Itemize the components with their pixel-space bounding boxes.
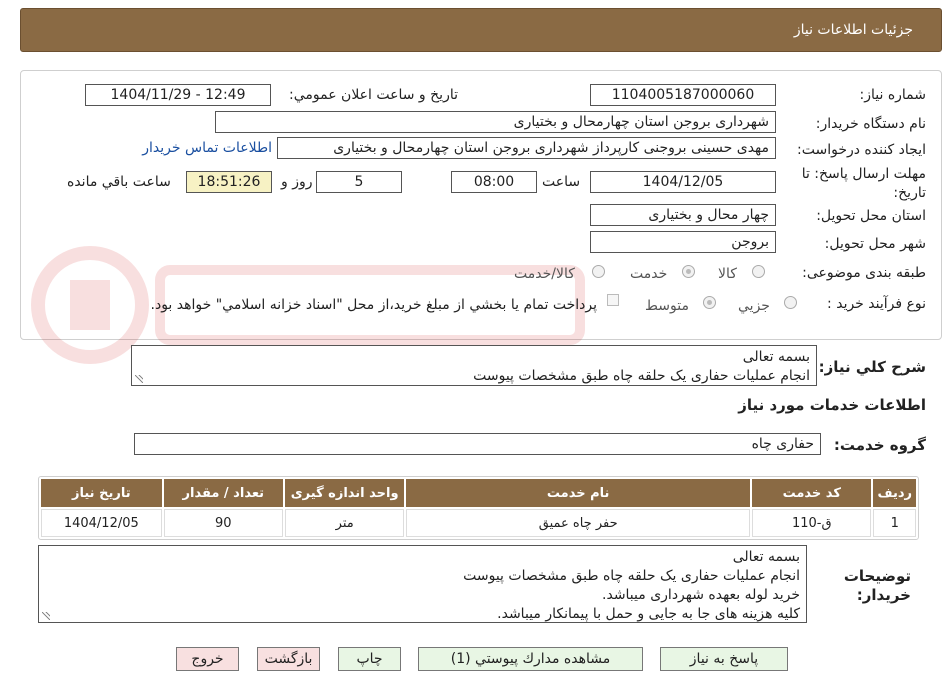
treasury-note: پرداخت تمام يا بخشي از مبلغ خريد،از محل … xyxy=(150,297,597,313)
notes-line-3: خرید لوله بعهده شهرداری میباشد. xyxy=(602,587,800,603)
description-textarea[interactable]: بسمه تعالی انجام عملیات حفاری یک حلقه چا… xyxy=(131,345,817,386)
deadline-date-field: 1404/12/05 xyxy=(590,171,776,193)
col-code: كد خدمت xyxy=(752,479,872,507)
description-line-2: انجام عملیات حفاری یک حلقه چاه طبق مشخصا… xyxy=(473,368,810,384)
col-unit: واحد اندازه گيری xyxy=(284,479,405,507)
buyer-notes-label: توضيحات xyxy=(843,567,911,585)
cell-unit: متر xyxy=(284,509,405,537)
remaining-label: ساعت باقي مانده xyxy=(67,174,171,190)
days-field: 5 xyxy=(316,171,402,193)
cell-row: 1 xyxy=(873,509,916,537)
notes-line-2: انجام عملیات حفاری یک حلقه چاه طبق مشخصا… xyxy=(463,568,800,584)
resize-handle[interactable] xyxy=(135,375,143,383)
resize-handle[interactable] xyxy=(42,612,50,620)
purchase-minor-radio[interactable] xyxy=(784,296,797,309)
city-field: بروجن xyxy=(590,231,776,253)
notes-line-4: کلیه هزینه های جا به جایی و حمل با پیمان… xyxy=(497,606,800,622)
buyer-notes-label-2: خريدار: xyxy=(856,586,911,604)
category-both-label: كالا/خدمت xyxy=(514,266,575,282)
purchase-medium-label: متوسط xyxy=(645,298,689,314)
requester-field: مهدی حسینی بروجنی کارپرداز شهرداری بروجن… xyxy=(277,137,776,159)
deadline-time-label: ساعت xyxy=(542,174,581,190)
category-goods-label: كالا xyxy=(718,266,737,282)
deadline-label: مهلت ارسال پاسخ: تا xyxy=(801,166,926,182)
deadline-time-field: 08:00 xyxy=(451,171,537,193)
treasury-checkbox[interactable] xyxy=(607,294,619,306)
print-button[interactable]: چاپ xyxy=(338,647,401,671)
col-row: رديف xyxy=(873,479,916,507)
requester-label: ايجاد كننده درخواست: xyxy=(797,142,926,158)
buyer-contact-link[interactable]: اطلاعات تماس خريدار xyxy=(142,140,272,156)
purchase-minor-label: جزيي xyxy=(738,298,770,314)
need-number-field: 1104005187000060 xyxy=(590,84,776,106)
notes-line-1: بسمه تعالی xyxy=(732,549,800,565)
col-date: تاريخ نياز xyxy=(41,479,162,507)
description-line-1: بسمه تعالی xyxy=(742,349,810,365)
page-title: جزئيات اطلاعات نياز xyxy=(793,22,913,38)
buyer-org-field: شهرداری بروجن استان چهارمحال و بختیاری xyxy=(215,111,776,133)
attachments-button[interactable]: مشاهده مدارك پيوستي (1) xyxy=(418,647,643,671)
buyer-org-label: نام دستگاه خريدار: xyxy=(815,116,926,132)
category-both-radio[interactable] xyxy=(592,265,605,278)
reply-button[interactable]: پاسخ به نياز xyxy=(660,647,788,671)
province-label: استان محل تحويل: xyxy=(816,208,926,224)
exit-button[interactable]: خروج xyxy=(176,647,239,671)
buyer-notes-textarea[interactable]: بسمه تعالی انجام عملیات حفاری یک حلقه چا… xyxy=(38,545,807,623)
category-service-label: خدمت xyxy=(630,266,668,282)
cell-qty: 90 xyxy=(163,509,283,537)
table-row: 1 ق-110 حفر چاه عمیق متر 90 1404/12/05 xyxy=(41,509,916,537)
province-field: چهار محال و بختیاری xyxy=(590,204,776,226)
days-label: روز و xyxy=(281,174,313,190)
services-section-title: اطلاعات خدمات مورد نياز xyxy=(738,396,926,414)
cell-name: حفر چاه عمیق xyxy=(406,509,751,537)
service-group-field: حفاری چاه xyxy=(134,433,821,455)
remaining-time-field: 18:51:26 xyxy=(186,171,272,193)
announce-date-field: 1404/11/29 - 12:49 xyxy=(85,84,271,106)
services-table: رديف كد خدمت نام خدمت واحد اندازه گيری ت… xyxy=(38,476,919,540)
cell-date: 1404/12/05 xyxy=(41,509,162,537)
need-number-label: شماره نياز: xyxy=(859,87,927,103)
category-label: طبقه بندی موضوعی: xyxy=(802,265,926,281)
description-label: شرح كلي نياز: xyxy=(818,358,926,376)
back-button[interactable]: بازگشت xyxy=(257,647,320,671)
page-header: جزئيات اطلاعات نياز xyxy=(20,8,942,52)
col-qty: تعداد / مقدار xyxy=(163,479,283,507)
service-group-label: گروه خدمت: xyxy=(833,436,926,454)
col-name: نام خدمت xyxy=(406,479,751,507)
city-label: شهر محل تحويل: xyxy=(824,236,926,252)
purchase-type-label: نوع فرآيند خريد : xyxy=(827,296,926,312)
table-header-row: رديف كد خدمت نام خدمت واحد اندازه گيری ت… xyxy=(41,479,916,507)
category-goods-radio[interactable] xyxy=(752,265,765,278)
category-service-radio[interactable] xyxy=(682,265,695,278)
purchase-medium-radio[interactable] xyxy=(703,296,716,309)
announce-label: تاريخ و ساعت اعلان عمومي: xyxy=(289,87,458,103)
cell-code: ق-110 xyxy=(752,509,872,537)
deadline-label-2: تاريخ: xyxy=(893,185,926,201)
